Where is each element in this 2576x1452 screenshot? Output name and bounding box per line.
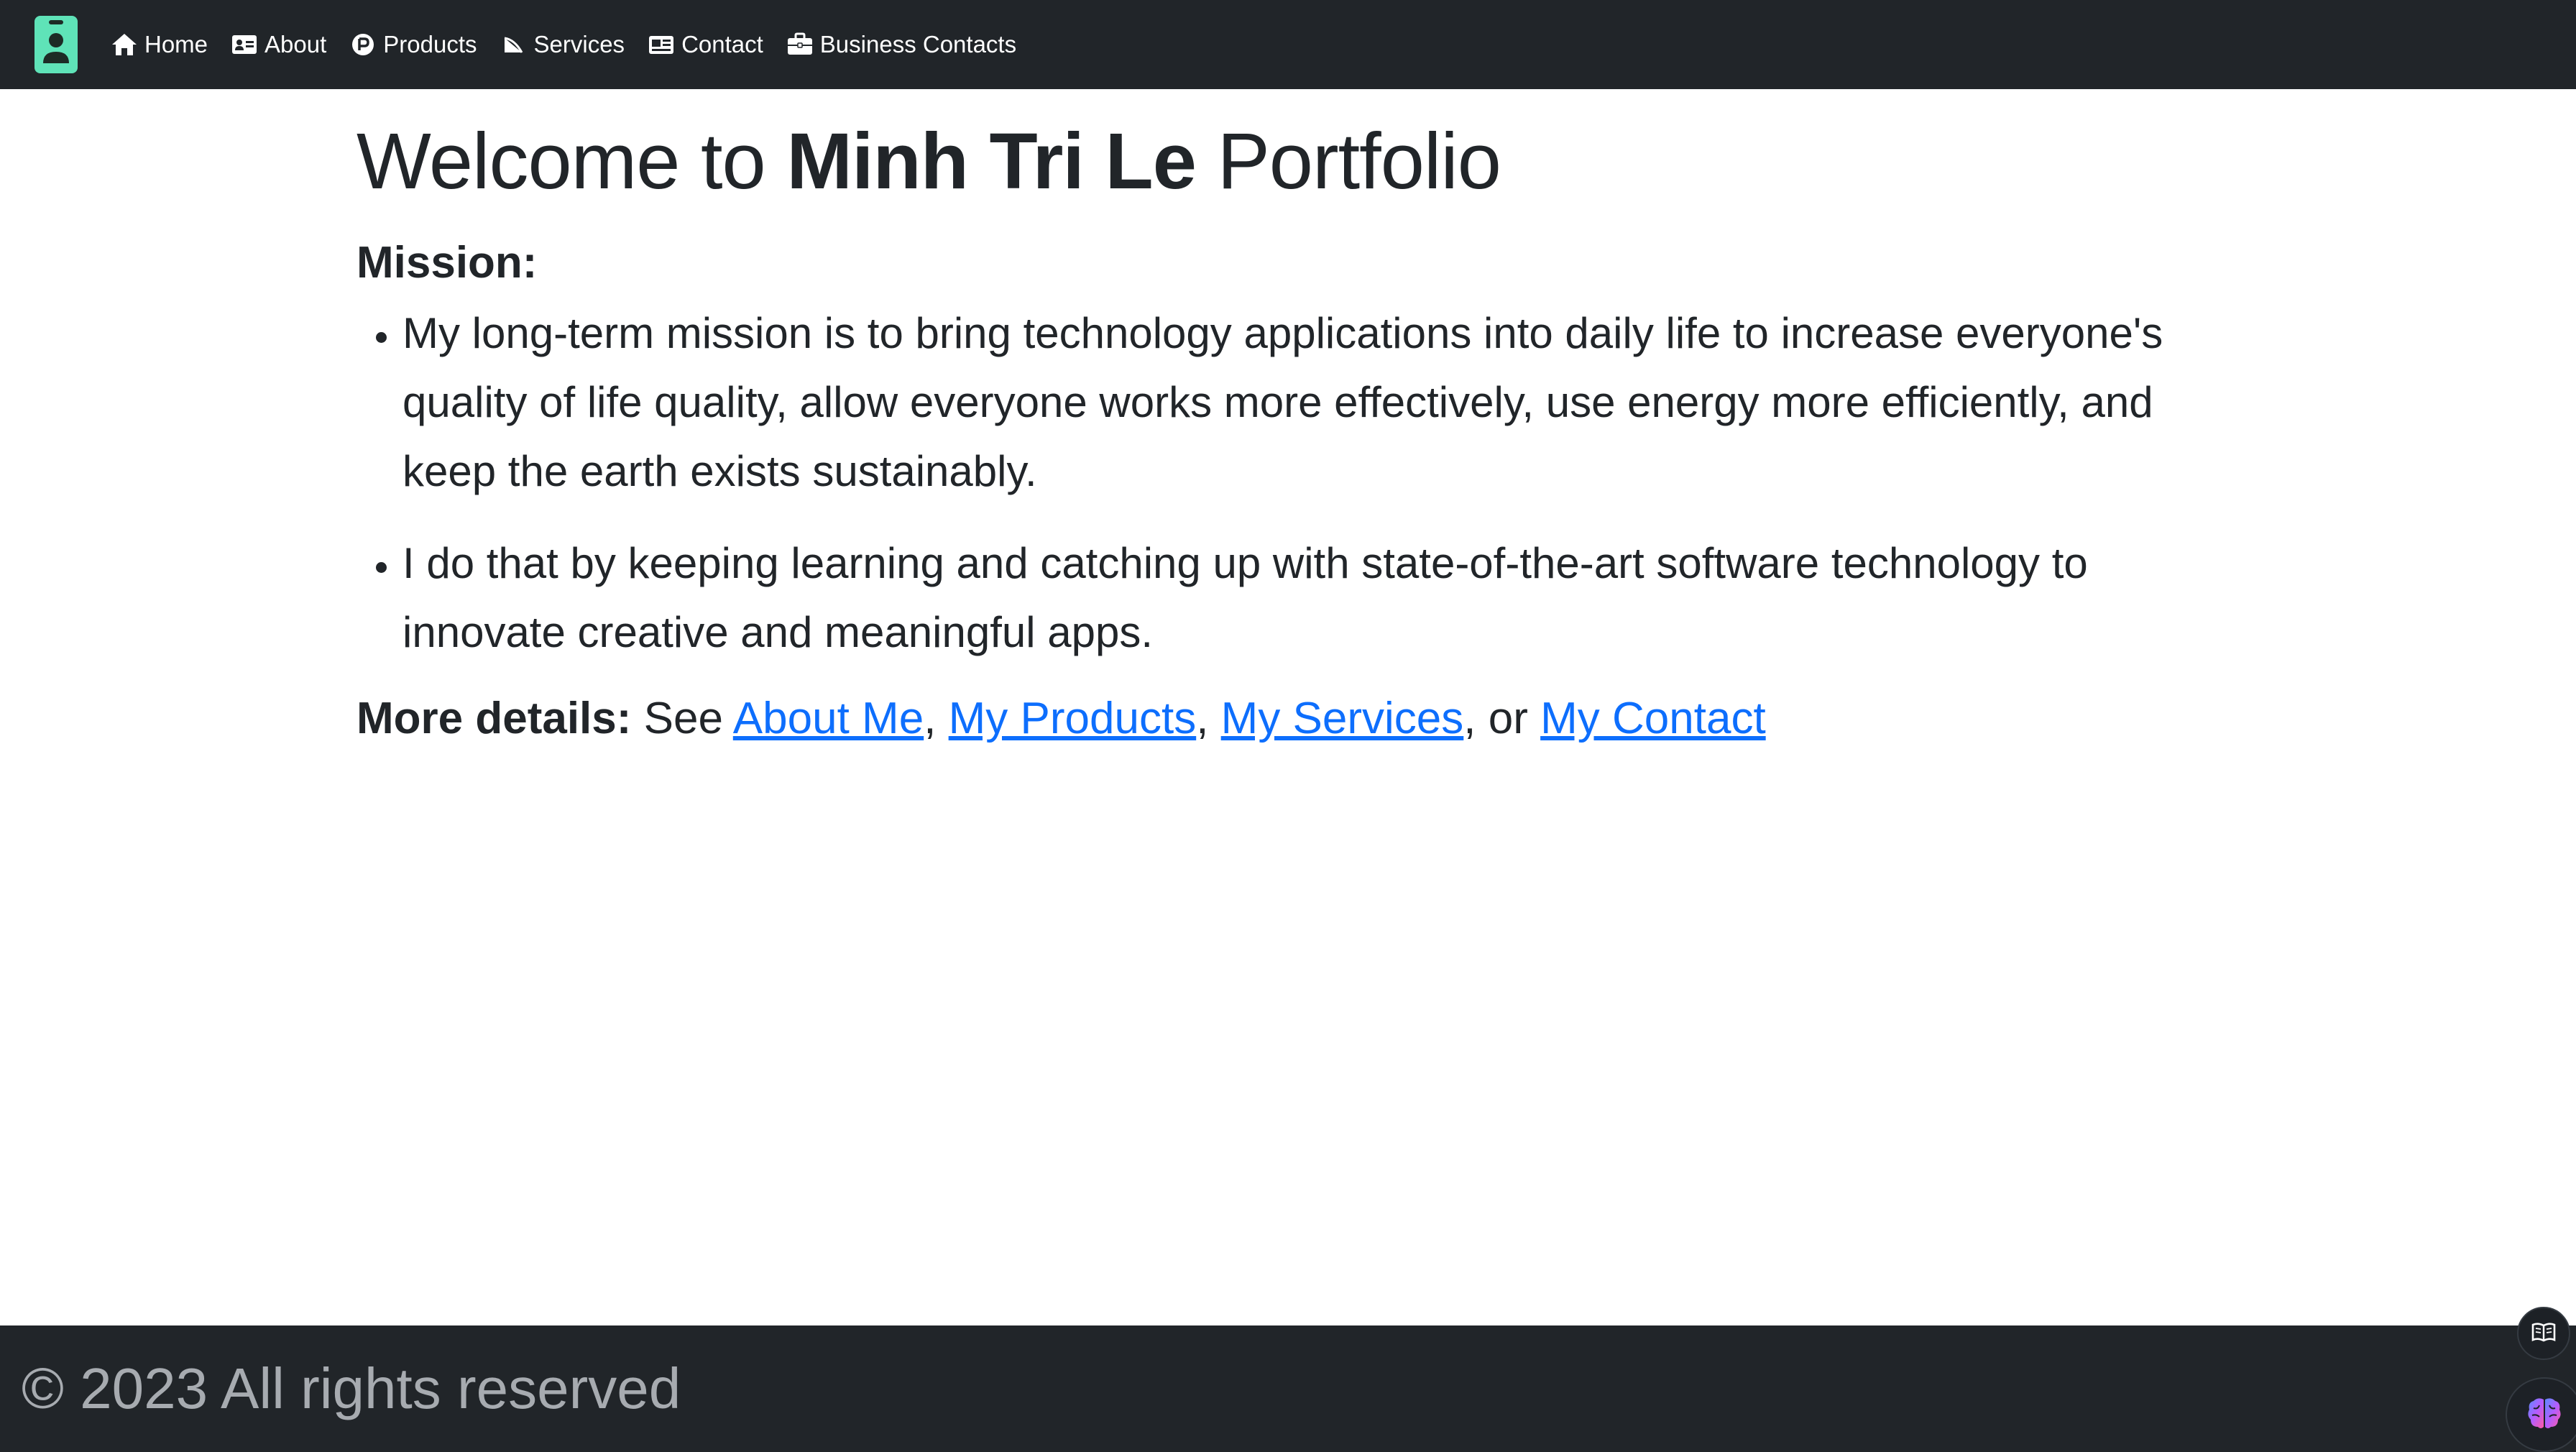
nav-item-about[interactable]: About bbox=[231, 31, 326, 58]
nav-label-products: Products bbox=[383, 31, 477, 58]
nav-label-contact: Contact bbox=[681, 31, 763, 58]
home-icon bbox=[111, 32, 138, 57]
nav-menu: Home About Products Services Contact Bus… bbox=[111, 0, 1039, 89]
details-separator: , bbox=[1463, 694, 1476, 743]
nav-item-services[interactable]: Services bbox=[500, 31, 625, 58]
details-separator: , bbox=[1196, 694, 1209, 743]
details-label: More details: bbox=[356, 694, 632, 743]
brand-logo-icon[interactable] bbox=[34, 16, 78, 73]
mission-list: My long-term mission is to bring technol… bbox=[356, 299, 2225, 667]
brain-icon bbox=[2525, 1395, 2564, 1435]
reader-mode-button[interactable] bbox=[2517, 1307, 2570, 1360]
nav-item-home[interactable]: Home bbox=[111, 31, 208, 58]
details-or: or bbox=[1488, 694, 1528, 743]
mission-heading: Mission: bbox=[356, 238, 538, 288]
briefcase-icon bbox=[786, 32, 814, 57]
about-me-link[interactable]: About Me bbox=[733, 694, 924, 743]
nav-item-products[interactable]: Products bbox=[349, 31, 477, 58]
more-details: More details: See About Me, My Products,… bbox=[356, 690, 2225, 748]
my-products-link[interactable]: My Products bbox=[949, 694, 1197, 743]
top-navbar: Home About Products Services Contact Bus… bbox=[0, 0, 2576, 89]
mission-item: I do that by keeping learning and catchi… bbox=[402, 529, 2225, 667]
mission-item: My long-term mission is to bring technol… bbox=[402, 299, 2225, 506]
contact-card-icon bbox=[648, 32, 675, 57]
title-prefix: Welcome to bbox=[356, 117, 766, 206]
nav-label-business-contacts: Business Contacts bbox=[819, 31, 1017, 58]
title-name: Minh Tri Le bbox=[786, 117, 1197, 206]
book-open-icon bbox=[2531, 1321, 2557, 1346]
nav-label-home: Home bbox=[144, 31, 208, 58]
details-see: See bbox=[643, 694, 723, 743]
details-separator: , bbox=[924, 694, 937, 743]
nav-item-contact[interactable]: Contact bbox=[648, 31, 763, 58]
product-circle-icon bbox=[349, 32, 377, 57]
ai-assistant-button[interactable] bbox=[2506, 1377, 2576, 1452]
service-icon bbox=[500, 32, 528, 57]
nav-item-business-contacts[interactable]: Business Contacts bbox=[786, 31, 1016, 58]
page-title: Welcome to Minh Tri Le Portfolio bbox=[356, 108, 2225, 216]
main-content: Welcome to Minh Tri Le Portfolio Mission… bbox=[356, 108, 2225, 748]
copyright-text: © 2023 All rights reserved bbox=[22, 1356, 681, 1420]
my-services-link[interactable]: My Services bbox=[1221, 694, 1464, 743]
page-footer: © 2023 All rights reserved bbox=[0, 1325, 2576, 1452]
nav-label-services: Services bbox=[533, 31, 625, 58]
title-suffix: Portfolio bbox=[1217, 117, 1501, 206]
my-contact-link[interactable]: My Contact bbox=[1540, 694, 1766, 743]
nav-label-about: About bbox=[264, 31, 327, 58]
id-card-icon bbox=[231, 32, 258, 57]
